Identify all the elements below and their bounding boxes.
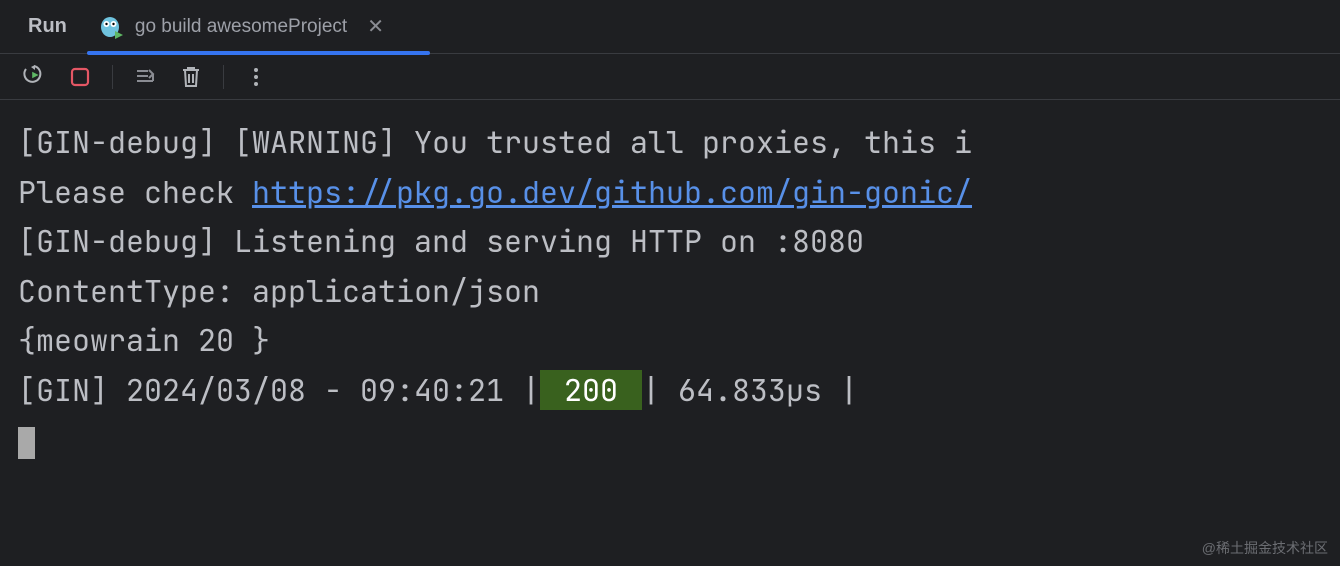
run-header: Run go build awesomeProject ✕: [0, 0, 1340, 54]
toolbar-separator: [223, 65, 224, 89]
url-link[interactable]: https://pkg.go.dev/github.com/gin-gonic/: [252, 172, 972, 212]
console-line: {meowrain 20 }: [18, 316, 1330, 366]
toolbar-separator: [112, 65, 113, 89]
go-gopher-run-icon: [99, 14, 125, 40]
tab-label: go build awesomeProject: [135, 16, 347, 38]
cursor: [18, 427, 35, 459]
panel-title: Run: [28, 15, 67, 38]
rerun-button[interactable]: [20, 63, 48, 91]
console-line: Please check https://pkg.go.dev/github.c…: [18, 168, 1330, 218]
stop-button[interactable]: [66, 63, 94, 91]
scroll-to-end-button[interactable]: [131, 63, 159, 91]
watermark: @稀土掘金技术社区: [1202, 538, 1328, 558]
active-tab-underline: [87, 51, 430, 55]
http-status-badge: 200: [540, 370, 642, 410]
clear-all-button[interactable]: [177, 63, 205, 91]
console-line: [GIN] 2024/03/08 - 09:40:21 | 200 | 64.8…: [18, 366, 1330, 416]
close-icon[interactable]: ✕: [367, 14, 384, 39]
run-config-tab[interactable]: go build awesomeProject ✕: [93, 0, 390, 54]
console-line: ContentType: application/json: [18, 267, 1330, 317]
more-actions-button[interactable]: [242, 63, 270, 91]
run-toolbar: [0, 54, 1340, 100]
console-output[interactable]: [GIN-debug] [WARNING] You trusted all pr…: [0, 100, 1340, 473]
console-line: [GIN-debug] Listening and serving HTTP o…: [18, 217, 1330, 267]
console-line: [GIN-debug] [WARNING] You trusted all pr…: [18, 118, 1330, 168]
